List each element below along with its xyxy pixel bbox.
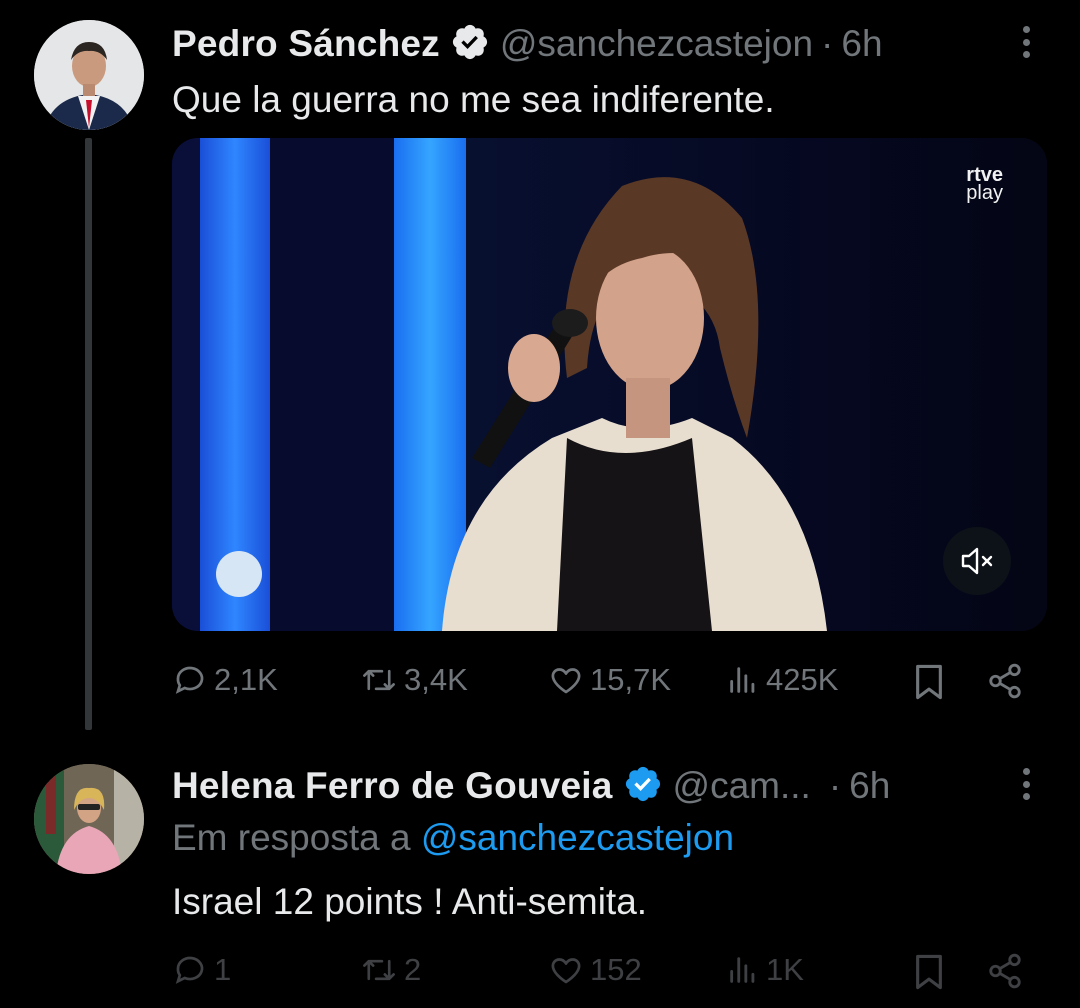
- verified-badge-icon: [450, 22, 490, 62]
- bookmark-icon: [916, 954, 942, 990]
- views-button[interactable]: 425K: [726, 662, 838, 698]
- singer-figure: [442, 177, 827, 631]
- view-count: 425K: [766, 662, 839, 697]
- like-button[interactable]: 152: [548, 952, 642, 988]
- like-button[interactable]: 15,7K: [548, 662, 671, 698]
- bookmark-button[interactable]: [912, 952, 946, 992]
- like-icon: [551, 958, 581, 984]
- tweet-text: Que la guerra no me sea indiferente.: [172, 79, 775, 120]
- like-icon: [551, 668, 581, 694]
- avatar[interactable]: [34, 764, 144, 874]
- repost-count: 2: [404, 952, 422, 987]
- channel-logo-icon: [216, 551, 262, 597]
- views-icon: [730, 667, 755, 693]
- separator-dot: ·: [821, 23, 834, 64]
- repost-icon: [363, 669, 395, 691]
- repost-button[interactable]: 2: [360, 952, 421, 988]
- repost-button[interactable]: 3,4K: [360, 662, 468, 698]
- repost-icon: [363, 959, 395, 981]
- share-icon: [989, 953, 1021, 989]
- reply-icon: [175, 956, 204, 984]
- reply-context: Em resposta a @sanchezcastejon: [172, 816, 734, 860]
- more-icon[interactable]: [1012, 20, 1040, 64]
- share-button[interactable]: [986, 662, 1024, 700]
- watermark-line-2: play: [966, 182, 1003, 204]
- like-count: 152: [590, 952, 642, 987]
- reply-prefix: Em resposta a: [172, 817, 411, 858]
- separator-dot: ·: [828, 765, 842, 806]
- mute-icon[interactable]: [943, 527, 1011, 595]
- tweet-text: Israel 12 points ! Anti-semita.: [172, 881, 648, 922]
- author-handle[interactable]: @sanchezcastejon: [500, 22, 813, 66]
- bookmark-icon: [916, 664, 942, 700]
- author-handle[interactable]: @cam...: [673, 764, 811, 808]
- avatar-portrait: [34, 20, 144, 130]
- reply-icon: [175, 666, 204, 694]
- tweet[interactable]: Pedro Sánchez @sanchezcastejon · 6h Que …: [0, 0, 1080, 740]
- watermark: rtve play: [966, 165, 1003, 204]
- share-icon: [989, 663, 1021, 699]
- like-count: 15,7K: [590, 662, 672, 697]
- video-player[interactable]: rtve play: [172, 138, 1047, 631]
- author-name[interactable]: Pedro Sánchez: [172, 22, 440, 66]
- reply-button[interactable]: 1: [172, 952, 231, 988]
- repost-count: 3,4K: [404, 662, 468, 697]
- reply-count: 1: [214, 952, 232, 987]
- views-button[interactable]: 1K: [726, 952, 804, 988]
- avatar[interactable]: [34, 20, 144, 130]
- reply-to-handle[interactable]: @sanchezcastejon: [421, 817, 734, 858]
- reply-button[interactable]: 2,1K: [172, 662, 278, 698]
- avatar-portrait: [34, 764, 144, 874]
- tweet-actions: 1 2 152 1K: [172, 952, 1032, 996]
- tweet-header: Helena Ferro de Gouveia @cam... · 6h: [172, 758, 890, 808]
- bookmark-button[interactable]: [912, 662, 946, 702]
- views-icon: [730, 957, 755, 983]
- more-icon[interactable]: [1012, 762, 1040, 806]
- tweet-actions: 2,1K 3,4K 15,7K 425K: [172, 662, 1032, 706]
- view-count: 1K: [766, 952, 804, 987]
- author-name[interactable]: Helena Ferro de Gouveia: [172, 764, 613, 808]
- thread-line: [85, 138, 92, 730]
- share-button[interactable]: [986, 952, 1024, 990]
- verified-badge-icon: [623, 764, 663, 804]
- tweet-header: Pedro Sánchez @sanchezcastejon · 6h: [172, 16, 883, 66]
- reply-count: 2,1K: [214, 662, 278, 697]
- timestamp[interactable]: 6h: [841, 22, 882, 66]
- timestamp[interactable]: 6h: [849, 764, 890, 808]
- tweet[interactable]: Helena Ferro de Gouveia @cam... · 6h Em …: [0, 740, 1080, 1008]
